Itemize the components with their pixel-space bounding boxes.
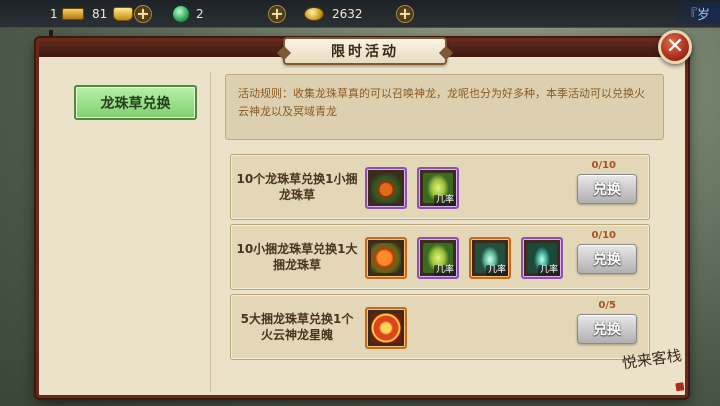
reward-item-slot[interactable] xyxy=(365,307,407,349)
event-tab-list: 龙珠草兑换 xyxy=(39,72,211,392)
reward-item-slot[interactable]: 几率 xyxy=(417,237,459,279)
exchange-button[interactable]: 兑换 xyxy=(577,244,637,274)
reward-items: 几率 xyxy=(365,167,459,209)
chance-label: 几率 xyxy=(433,195,456,206)
exchange-count: 0/10 xyxy=(591,230,616,241)
reward-item-slot[interactable] xyxy=(365,167,407,209)
exchange-row-1: 10个龙珠草兑换1小捆龙珠草 几率 0/10 兑换 xyxy=(230,154,650,220)
ingot-count: 81 xyxy=(92,7,108,21)
gold-bar-icon xyxy=(61,8,84,20)
gold-bar-resource: 1 xyxy=(50,4,84,24)
reward-item-slot[interactable]: 几率 xyxy=(417,167,459,209)
resource-bar: 1 81 + 2 + 2632 + 『岁 xyxy=(0,0,720,28)
exchange-description: 5大捆龙珠草兑换1个火云神龙星魄 xyxy=(240,312,354,342)
exchange-description: 10个龙珠草兑换1小捆龙珠草 xyxy=(236,172,358,202)
reward-items xyxy=(365,307,407,349)
chance-label: 几率 xyxy=(537,265,560,276)
dialog-title: 限时活动 xyxy=(331,44,399,60)
dragon-grass-bundle-icon xyxy=(371,173,401,203)
exchange-button[interactable]: 兑换 xyxy=(577,174,637,204)
coin-resource: 2632 xyxy=(304,4,363,24)
chance-label: 几率 xyxy=(433,265,456,276)
fire-dragon-star-soul-icon xyxy=(371,313,401,343)
exchange-description: 10小捆龙珠草兑换1大捆龙珠草 xyxy=(236,242,358,272)
reward-item-slot[interactable]: 几率 xyxy=(521,237,563,279)
chance-label: 几率 xyxy=(485,265,508,276)
seal-icon xyxy=(675,382,685,392)
jade-icon xyxy=(172,5,190,23)
watermark-logo: 悦来客栈 xyxy=(621,346,691,404)
event-banner-tag[interactable]: 『岁 xyxy=(675,2,720,24)
tab-dragon-grass-exchange[interactable]: 龙珠草兑换 xyxy=(74,85,197,120)
event-rules-box: 活动规则：收集龙珠草真的可以召唤神龙，龙呢也分为好多种，本季活动可以兑换火云神龙… xyxy=(225,74,664,140)
ingot-icon xyxy=(113,7,134,21)
exchange-count: 0/10 xyxy=(591,160,616,171)
exchange-row-3: 5大捆龙珠草兑换1个火云神龙星魄 0/5 兑换 xyxy=(230,294,650,360)
reward-items: 几率 几率 几率 xyxy=(365,237,563,279)
gold-bar-count: 1 xyxy=(50,7,58,21)
coin-count: 2632 xyxy=(332,7,363,21)
reward-item-slot[interactable]: 几率 xyxy=(469,237,511,279)
exchange-row-2: 10小捆龙珠草兑换1大捆龙珠草 几率 几率 几率 0/10 兑换 xyxy=(230,224,650,290)
event-rules-text: 活动规则：收集龙珠草真的可以召唤神龙，龙呢也分为好多种，本季活动可以兑换火云神龙… xyxy=(238,87,645,118)
exchange-count: 0/5 xyxy=(598,300,616,311)
add-ingot-button[interactable]: + xyxy=(134,5,152,23)
exchange-button[interactable]: 兑换 xyxy=(577,314,637,344)
reward-item-slot[interactable] xyxy=(365,237,407,279)
add-coin-button[interactable]: + xyxy=(396,5,414,23)
add-jade-button[interactable]: + xyxy=(268,5,286,23)
dragon-grass-big-bundle-icon xyxy=(371,243,401,273)
ingot-resource: 81 xyxy=(92,4,134,24)
close-button[interactable]: ✕ xyxy=(658,30,692,64)
dialog-title-plate: 限时活动 xyxy=(283,37,447,65)
coin-icon xyxy=(304,7,324,21)
jade-count: 2 xyxy=(196,7,204,21)
jade-resource: 2 xyxy=(172,4,204,24)
